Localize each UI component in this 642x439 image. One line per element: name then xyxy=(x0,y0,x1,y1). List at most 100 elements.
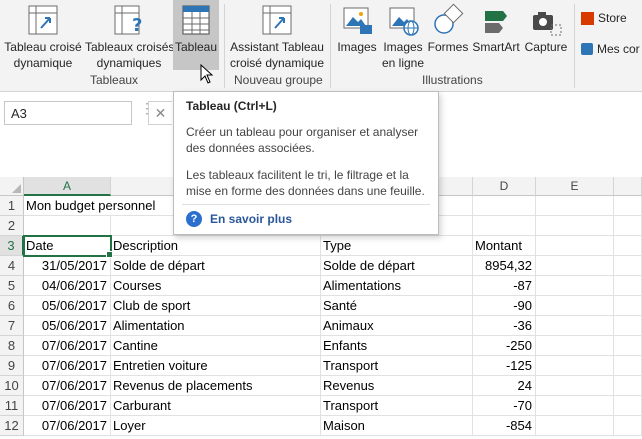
cell-f7[interactable] xyxy=(614,316,642,336)
row-header-3[interactable]: 3 xyxy=(0,236,24,256)
table-cell-description[interactable]: Cantine xyxy=(111,336,321,356)
cell-e1[interactable] xyxy=(536,196,614,216)
cell-e3[interactable] xyxy=(536,236,614,256)
cell-e5[interactable] xyxy=(536,276,614,296)
cell-f9[interactable] xyxy=(614,356,642,376)
pictures-button[interactable]: Images xyxy=(334,0,380,55)
cell-e12[interactable] xyxy=(536,416,614,436)
table-cell-type[interactable]: Santé xyxy=(321,296,473,316)
pivot-wizard-button[interactable]: Assistant Tableau croisé dynamique xyxy=(228,0,326,71)
pivot-table-button[interactable]: Tableau croisé dynamique xyxy=(2,0,84,71)
cell-f10[interactable] xyxy=(614,376,642,396)
table-cell-type[interactable]: Alimentations xyxy=(321,276,473,296)
table-cell-description[interactable]: Carburant xyxy=(111,396,321,416)
cell-e9[interactable] xyxy=(536,356,614,376)
table-cell-date[interactable]: 07/06/2017 xyxy=(24,396,111,416)
store-button[interactable]: Store xyxy=(581,11,627,25)
table-cell-date[interactable]: 07/06/2017 xyxy=(24,416,111,436)
cell-e7[interactable] xyxy=(536,316,614,336)
table-cell-type[interactable]: Revenus xyxy=(321,376,473,396)
table-cell-amount[interactable]: -70 xyxy=(473,396,536,416)
table-cell-amount[interactable]: -125 xyxy=(473,356,536,376)
cell-d2[interactable] xyxy=(473,216,536,236)
row-header-12[interactable]: 12 xyxy=(0,416,24,436)
cell-f4[interactable] xyxy=(614,256,642,276)
cell-f11[interactable] xyxy=(614,396,642,416)
cell-f12[interactable] xyxy=(614,416,642,436)
table-cell-type[interactable]: Maison xyxy=(321,416,473,436)
cell-e2[interactable] xyxy=(536,216,614,236)
table-cell-amount[interactable]: -854 xyxy=(473,416,536,436)
row-header-4[interactable]: 4 xyxy=(0,256,24,276)
learn-more-link[interactable]: ? En savoir plus xyxy=(186,211,292,227)
cell-a1[interactable]: Mon budget personnel xyxy=(24,196,155,216)
table-cell-description[interactable]: Revenus de placements xyxy=(111,376,321,396)
cell-e6[interactable] xyxy=(536,296,614,316)
row-header-7[interactable]: 7 xyxy=(0,316,24,336)
screenshot-button[interactable]: Capture xyxy=(522,0,570,55)
table-cell-amount[interactable]: 24 xyxy=(473,376,536,396)
cell-f1[interactable] xyxy=(614,196,642,216)
cell-f2[interactable] xyxy=(614,216,642,236)
table-cell-description[interactable]: Courses xyxy=(111,276,321,296)
table-cell-type[interactable]: Transport xyxy=(321,356,473,376)
table-cell-date[interactable]: 05/06/2017 xyxy=(24,316,111,336)
smartart-button[interactable]: SmartArt xyxy=(470,0,522,55)
cell-d3[interactable]: Montant xyxy=(473,236,536,256)
table-cell-description[interactable]: Loyer xyxy=(111,416,321,436)
table-cell-description[interactable]: Solde de départ xyxy=(111,256,321,276)
cell-f8[interactable] xyxy=(614,336,642,356)
shapes-button[interactable]: Formes xyxy=(426,0,470,55)
table-button[interactable]: Tableau xyxy=(173,0,219,70)
column-header-d[interactable]: D xyxy=(473,177,536,196)
table-cell-description[interactable]: Alimentation xyxy=(111,316,321,336)
table-cell-amount[interactable]: 8954,32 xyxy=(473,256,536,276)
cell-a2[interactable] xyxy=(24,216,111,236)
cell-e11[interactable] xyxy=(536,396,614,416)
cell-f3[interactable] xyxy=(614,236,642,256)
row-header-5[interactable]: 5 xyxy=(0,276,24,296)
table-cell-type[interactable]: Transport xyxy=(321,396,473,416)
column-header-a[interactable]: A xyxy=(24,177,111,196)
row-header-8[interactable]: 8 xyxy=(0,336,24,356)
cell-e4[interactable] xyxy=(536,256,614,276)
row-header-11[interactable]: 11 xyxy=(0,396,24,416)
recommended-pivot-tables-button[interactable]: ? Tableaux croisés dynamiques xyxy=(85,0,174,71)
row-header-1[interactable]: 1 xyxy=(0,196,24,216)
table-cell-date[interactable]: 07/06/2017 xyxy=(24,376,111,396)
row-header-2[interactable]: 2 xyxy=(0,216,24,236)
table-cell-amount[interactable]: -90 xyxy=(473,296,536,316)
cell-d1[interactable] xyxy=(473,196,536,216)
table-cell-amount[interactable]: -36 xyxy=(473,316,536,336)
cancel-entry-button[interactable]: ✕ xyxy=(148,101,172,125)
cell-a3[interactable]: Date xyxy=(23,235,113,258)
table-cell-type[interactable]: Animaux xyxy=(321,316,473,336)
row-header-6[interactable]: 6 xyxy=(0,296,24,316)
table-cell-type[interactable]: Enfants xyxy=(321,336,473,356)
cell-c3[interactable]: Type xyxy=(321,236,473,256)
cell-e10[interactable] xyxy=(536,376,614,396)
row-header-10[interactable]: 10 xyxy=(0,376,24,396)
column-header-e[interactable]: E xyxy=(536,177,614,196)
table-cell-description[interactable]: Entretien voiture xyxy=(111,356,321,376)
table-cell-date[interactable]: 07/06/2017 xyxy=(24,336,111,356)
my-addins-button[interactable]: Mes cor xyxy=(581,42,640,56)
cell-b3[interactable]: Description xyxy=(111,236,321,256)
online-pictures-button[interactable]: Images en ligne xyxy=(380,0,426,71)
table-cell-date[interactable]: 04/06/2017 xyxy=(24,276,111,296)
tooltip-text-line3: Les tableaux facilitent le tri, le filtr… xyxy=(186,168,409,182)
table-cell-date[interactable]: 31/05/2017 xyxy=(24,256,111,276)
table-cell-amount[interactable]: -250 xyxy=(473,336,536,356)
cell-e8[interactable] xyxy=(536,336,614,356)
row-header-9[interactable]: 9 xyxy=(0,356,24,376)
column-header-f[interactable] xyxy=(614,177,642,196)
table-cell-type[interactable]: Solde de départ xyxy=(321,256,473,276)
table-cell-amount[interactable]: -87 xyxy=(473,276,536,296)
name-box[interactable]: A3 xyxy=(4,101,132,125)
cell-f5[interactable] xyxy=(614,276,642,296)
table-cell-date[interactable]: 05/06/2017 xyxy=(24,296,111,316)
cell-f6[interactable] xyxy=(614,296,642,316)
table-cell-description[interactable]: Club de sport xyxy=(111,296,321,316)
table-cell-date[interactable]: 07/06/2017 xyxy=(24,356,111,376)
select-all-button[interactable] xyxy=(0,177,24,196)
